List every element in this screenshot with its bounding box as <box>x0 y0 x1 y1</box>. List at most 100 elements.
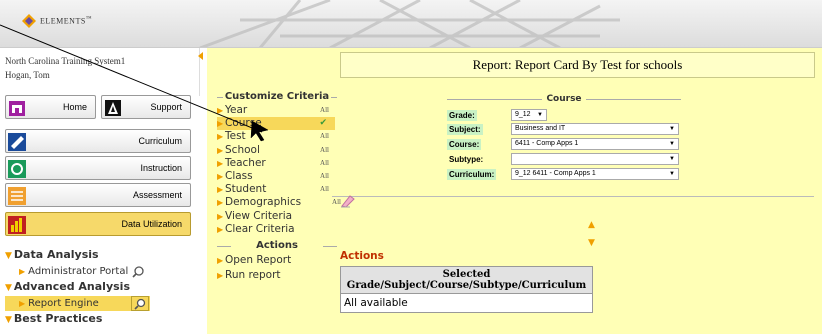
criteria-student[interactable]: ▶ Student All <box>217 183 335 196</box>
checkmark-icon: ✔ <box>319 118 327 129</box>
system-name: North Carolina Training System1 <box>5 56 126 66</box>
magnifier-icon[interactable] <box>131 265 145 279</box>
instruction-label: Instruction <box>140 163 182 173</box>
selected-criteria-table: Selected Grade/Subject/Course/Subtype/Cur… <box>340 266 593 313</box>
data-utilization-icon <box>6 213 28 237</box>
criteria-course[interactable]: ▶ Course ✔ <box>217 117 335 131</box>
magnifier-icon[interactable] <box>131 296 150 311</box>
main-panel: Report: Report Card By Test for schools … <box>207 48 822 334</box>
bullet-triangle-icon: ▶ <box>217 106 224 115</box>
criteria-year[interactable]: ▶ Year All <box>217 104 335 117</box>
elements-logo[interactable]: ELEMENTS™ <box>22 14 92 28</box>
course-label: Course: <box>447 139 482 150</box>
view-criteria-link[interactable]: ▶ View Criteria <box>217 210 335 223</box>
home-support-row: Home Support <box>5 95 191 119</box>
grade-row: Grade: <box>447 109 477 122</box>
sort-arrows-icon[interactable]: ▲ ▼ <box>588 221 595 248</box>
subtype-select[interactable]: ▼ <box>511 153 679 165</box>
assessment-button[interactable]: Assessment <box>5 183 191 207</box>
data-utilization-button[interactable]: Data Utilization <box>5 212 191 236</box>
instruction-button[interactable]: Instruction <box>5 156 191 180</box>
curriculum-select[interactable]: 9_12 6411 - Comp Apps 1 ▼ <box>511 168 679 180</box>
user-info: North Carolina Training System1 Hogan, T… <box>0 48 200 96</box>
banner-decoration <box>199 0 620 47</box>
nav-instruction-row: Instruction <box>5 156 191 180</box>
criteria-test[interactable]: ▶ Test All <box>217 130 335 143</box>
report-engine-link[interactable]: ▶ Report Engine <box>5 296 150 311</box>
curriculum-label: Curriculum: <box>447 169 497 180</box>
grade-select[interactable]: 9_12 ▼ <box>511 109 547 121</box>
subject-label: Subject: <box>447 124 483 135</box>
bullet-triangle-icon: ▶ <box>19 267 26 276</box>
criteria-school[interactable]: ▶ School All <box>217 144 335 157</box>
subtype-label: Subtype: <box>449 155 484 164</box>
administrator-portal-link[interactable]: ▶ Administrator Portal <box>5 264 200 279</box>
divider <box>332 196 814 197</box>
course-row: Course: <box>447 138 482 151</box>
best-practices-section[interactable]: ▼ Best Practices <box>5 311 200 328</box>
open-report-link[interactable]: ▶ Open Report <box>217 253 337 268</box>
bullet-triangle-icon: ▶ <box>217 119 224 129</box>
nav-curriculum-row: Curriculum <box>5 129 191 153</box>
assessment-icon <box>6 184 28 208</box>
logo-diamond-icon <box>22 14 36 28</box>
dropdown-arrow-icon: ▼ <box>669 156 675 162</box>
nav-data-utilization-row: Data Utilization <box>5 212 191 236</box>
header-banner: ELEMENTS™ <box>0 0 822 48</box>
bullet-triangle-icon: ▶ <box>217 211 224 221</box>
instruction-icon <box>6 157 28 181</box>
bullet-triangle-icon: ▶ <box>217 171 224 181</box>
table-header-row: Selected Grade/Subject/Course/Subtype/Cur… <box>340 266 593 294</box>
bullet-triangle-icon: ▶ <box>217 158 224 168</box>
bullet-triangle-icon: ▶ <box>217 185 224 195</box>
data-utilization-label: Data Utilization <box>121 219 182 229</box>
course-heading: Course <box>447 94 681 104</box>
home-button[interactable]: Home <box>5 95 96 119</box>
bullet-triangle-icon: ▶ <box>217 224 224 234</box>
dropdown-arrow-icon: ▼ <box>669 171 675 177</box>
criteria-teacher[interactable]: ▶ Teacher All <box>217 157 335 170</box>
course-select[interactable]: 6411 - Comp Apps 1 ▼ <box>511 138 679 150</box>
sidebar-nav-sections: ▼ Data Analysis ▶ Administrator Portal ▼ Ad… <box>5 247 200 328</box>
curriculum-row: Curriculum: <box>447 168 497 181</box>
bullet-triangle-icon: ▶ <box>217 270 224 280</box>
data-analysis-section[interactable]: ▼ Data Analysis <box>5 247 200 264</box>
support-icon <box>102 96 124 120</box>
bullet-triangle-icon: ▶ <box>217 132 224 142</box>
home-label: Home <box>62 102 87 112</box>
curriculum-label: Curriculum <box>138 136 182 146</box>
customize-criteria-panel: Customize Criteria ▶ Year All ▶ Course ✔ ▶ Te… <box>217 90 341 283</box>
customize-criteria-heading: Customize Criteria <box>217 90 337 104</box>
bullet-triangle-icon: ▶ <box>217 145 224 155</box>
criteria-demographics[interactable]: ▶ Demographics All <box>217 196 341 209</box>
logo-text: ELEMENTS™ <box>40 16 93 26</box>
dropdown-arrow-icon: ▼ <box>669 126 675 132</box>
grade-label: Grade: <box>447 110 477 121</box>
home-icon <box>6 96 28 120</box>
bullet-triangle-icon: ▶ <box>217 255 224 265</box>
report-title: Report: Report Card By Test for schools <box>340 52 815 78</box>
criteria-class[interactable]: ▶ Class All <box>217 170 335 183</box>
curriculum-icon <box>6 130 28 154</box>
table-header: Selected Grade/Subject/Course/Subtype/Cur… <box>340 266 593 294</box>
advanced-analysis-section[interactable]: ▼ Advanced Analysis <box>5 279 200 296</box>
subject-row: Subject: <box>447 123 483 136</box>
collapse-triangle-icon: ▼ <box>5 283 12 293</box>
table-cell: All available <box>340 293 593 313</box>
run-report-link[interactable]: ▶ Run report <box>217 268 337 283</box>
eraser-icon[interactable] <box>340 194 356 208</box>
clear-criteria-link[interactable]: ▶ Clear Criteria <box>217 223 335 236</box>
support-label: Support <box>150 102 182 112</box>
actions-heading: Actions <box>217 239 337 253</box>
collapse-sidebar-icon[interactable] <box>198 52 203 60</box>
subject-select[interactable]: Business and IT ▼ <box>511 123 679 135</box>
support-button[interactable]: Support <box>101 95 191 119</box>
collapse-triangle-icon: ▼ <box>5 315 12 325</box>
dropdown-arrow-icon: ▼ <box>537 112 543 118</box>
assessment-label: Assessment <box>132 190 182 200</box>
bullet-triangle-icon: ▶ <box>19 299 26 308</box>
curriculum-button[interactable]: Curriculum <box>5 129 191 153</box>
user-name: Hogan, Tom <box>5 70 50 80</box>
subtype-row: Subtype: <box>447 153 485 166</box>
dropdown-arrow-icon: ▼ <box>669 141 675 147</box>
